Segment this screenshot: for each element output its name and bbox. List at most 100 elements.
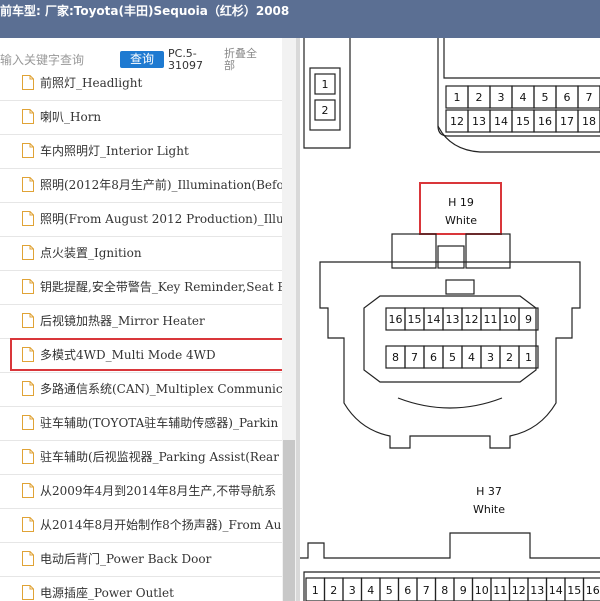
window-title: 前车型: 厂家:Toyota(丰田)Sequoia（红杉）2008 bbox=[0, 4, 290, 18]
pin-number: 13 bbox=[446, 313, 460, 326]
tree-item[interactable]: 点火装置_Ignition bbox=[0, 237, 282, 271]
pin-number: 12 bbox=[512, 584, 526, 597]
pin-number: 2 bbox=[476, 91, 483, 104]
search-button[interactable]: 查询 bbox=[120, 51, 164, 68]
pin-number: 5 bbox=[386, 584, 393, 597]
connector-name: H 19 bbox=[448, 196, 474, 209]
document-code: PC.5-31097 bbox=[168, 47, 203, 72]
tree-item-label: 多模式4WD_Multi Mode 4WD bbox=[40, 348, 216, 362]
pin-number: 3 bbox=[498, 91, 505, 104]
tree-item-label: 车内照明灯_Interior Light bbox=[40, 144, 189, 158]
tree-item[interactable]: 钥匙提醒,安全带警告_Key Reminder,Seat Bel bbox=[0, 271, 282, 305]
pin-number: 1 bbox=[312, 584, 319, 597]
tree-scrollbar-thumb[interactable] bbox=[283, 440, 295, 601]
connector-latch bbox=[465, 233, 511, 269]
document-icon bbox=[22, 347, 34, 362]
document-icon bbox=[22, 415, 34, 430]
tree-item-label: 点火装置_Ignition bbox=[40, 246, 142, 260]
connector-latch bbox=[391, 233, 437, 269]
document-icon bbox=[22, 279, 34, 294]
tree-item-label: 驻车辅助(TOYOTA驻车辅助传感器)_Parkin bbox=[40, 416, 279, 430]
left-panel: 查询 PC.5-31097 折叠全部 前照灯_Headlight 喇叭_Horn 车… bbox=[0, 38, 296, 601]
connector-outline bbox=[303, 38, 351, 149]
document-icon bbox=[22, 381, 34, 396]
tree-item[interactable]: 从2009年4月到2014年8月生产,不带导航系 bbox=[0, 475, 282, 509]
document-icon bbox=[22, 517, 34, 532]
tree-item[interactable]: 车内照明灯_Interior Light bbox=[0, 135, 282, 169]
document-icon bbox=[22, 585, 34, 600]
document-icon bbox=[22, 483, 34, 498]
connector-outline bbox=[443, 38, 600, 79]
tree-item-label: 从2009年4月到2014年8月生产,不带导航系 bbox=[40, 484, 277, 498]
pin-number: 7 bbox=[411, 351, 418, 364]
tree-item-label: 照明(2012年8月生产前)_Illumination(Before bbox=[40, 178, 282, 192]
connector-body bbox=[363, 295, 537, 383]
pin-number: 9 bbox=[460, 584, 467, 597]
pin-number: 14 bbox=[427, 313, 441, 326]
pin-number: 2 bbox=[506, 351, 513, 364]
search-input[interactable] bbox=[0, 50, 112, 70]
pin-number: 16 bbox=[538, 115, 552, 128]
tree-item-label: 多路通信系统(CAN)_Multiplex Communica bbox=[40, 382, 282, 396]
pin-number: 4 bbox=[468, 351, 475, 364]
tree-item-label: 前照灯_Headlight bbox=[40, 76, 143, 90]
pin-number: 7 bbox=[423, 584, 430, 597]
document-tree: 前照灯_Headlight 喇叭_Horn 车内照明灯_Interior Light… bbox=[0, 74, 282, 601]
pin-number: 12 bbox=[465, 313, 479, 326]
tree-item[interactable]: 驻车辅助(TOYOTA驻车辅助传感器)_Parkin bbox=[0, 407, 282, 441]
tree-item-label: 电源插座_Power Outlet bbox=[40, 586, 174, 600]
pin-number: 11 bbox=[493, 584, 507, 597]
pin-number: 15 bbox=[567, 584, 581, 597]
pin-number: 3 bbox=[349, 584, 356, 597]
connector-outline bbox=[397, 397, 503, 409]
tree-item[interactable]: 电动后背门_Power Back Door bbox=[0, 543, 282, 577]
diagram-panel: 12123456781213141516171819H 19White16151… bbox=[300, 38, 600, 601]
pin-number: 12 bbox=[450, 115, 464, 128]
connector-latch bbox=[437, 245, 465, 269]
document-icon bbox=[22, 449, 34, 464]
document-icon bbox=[22, 313, 34, 328]
pin-number: 5 bbox=[449, 351, 456, 364]
collapse-all-button[interactable]: 折叠全部 bbox=[224, 48, 264, 72]
pin-number: 1 bbox=[525, 351, 532, 364]
document-icon bbox=[22, 143, 34, 158]
pin-number: 4 bbox=[367, 584, 374, 597]
document-icon bbox=[22, 109, 34, 124]
tree-item[interactable]: 电源插座_Power Outlet bbox=[0, 577, 282, 601]
tree-item-label: 照明(From August 2012 Production)_Illumina bbox=[40, 212, 282, 226]
connector-color: White bbox=[473, 503, 505, 516]
pin-number: 9 bbox=[525, 313, 532, 326]
document-icon bbox=[22, 245, 34, 260]
pin-number: 14 bbox=[549, 584, 563, 597]
pin-number: 13 bbox=[530, 584, 544, 597]
pin-number: 2 bbox=[330, 584, 337, 597]
tree-item[interactable]: 喇叭_Horn bbox=[0, 101, 282, 135]
connector-key bbox=[445, 279, 475, 295]
window-titlebar: 前车型: 厂家:Toyota(丰田)Sequoia（红杉）2008 bbox=[0, 0, 600, 38]
pin-number: 6 bbox=[430, 351, 437, 364]
tree-item[interactable]: 从2014年8月开始制作8个扬声器)_From Au bbox=[0, 509, 282, 543]
tree-item[interactable]: 驻车辅助(后视监视器_Parking Assist(Rear V bbox=[0, 441, 282, 475]
document-icon bbox=[22, 75, 34, 90]
pin-number: 5 bbox=[542, 91, 549, 104]
tree-item[interactable]: 照明(From August 2012 Production)_Illumina bbox=[0, 203, 282, 237]
tree-item[interactable]: 多路通信系统(CAN)_Multiplex Communica bbox=[0, 373, 282, 407]
pin-number: 2 bbox=[322, 104, 329, 117]
connector-name: H 37 bbox=[476, 485, 502, 498]
tree-item[interactable]: 多模式4WD_Multi Mode 4WD bbox=[0, 339, 282, 373]
pin-number: 13 bbox=[472, 115, 486, 128]
connector-color: White bbox=[445, 214, 477, 227]
pin-number: 15 bbox=[516, 115, 530, 128]
pin-number: 11 bbox=[484, 313, 498, 326]
tree-item[interactable]: 前照灯_Headlight bbox=[0, 74, 282, 101]
connector-outline bbox=[300, 532, 600, 559]
tree-item[interactable]: 照明(2012年8月生产前)_Illumination(Before bbox=[0, 169, 282, 203]
pin-number: 8 bbox=[392, 351, 399, 364]
tree-item-label: 从2014年8月开始制作8个扬声器)_From Au bbox=[40, 518, 282, 532]
pin-number: 10 bbox=[475, 584, 489, 597]
pin-number: 8 bbox=[441, 584, 448, 597]
pin-number: 16 bbox=[586, 584, 600, 597]
pin-number: 1 bbox=[322, 78, 329, 91]
connector-outline bbox=[437, 125, 600, 153]
tree-item[interactable]: 后视镜加热器_Mirror Heater bbox=[0, 305, 282, 339]
